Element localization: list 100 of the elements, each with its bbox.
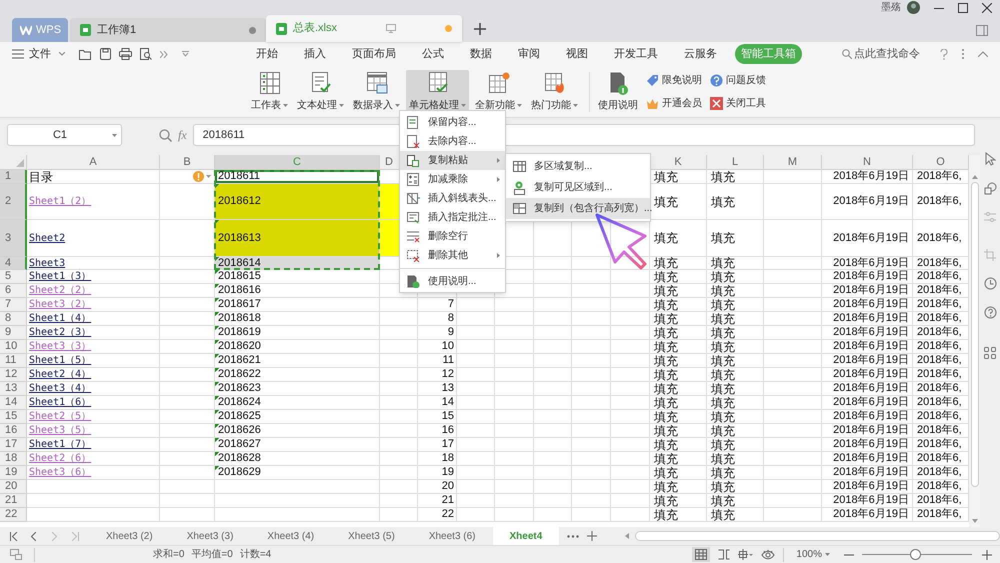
row-header[interactable]: 21 (0, 494, 27, 508)
ribbon-tab[interactable]: 插入 (304, 46, 326, 62)
scroll-down-icon[interactable] (972, 519, 978, 523)
apps-icon[interactable] (984, 347, 996, 359)
menu-item[interactable]: 加减乘除 (400, 170, 505, 189)
menu-item[interactable]: 复制可见区域到... (506, 177, 650, 198)
zoom-icon[interactable] (159, 128, 172, 142)
sheet-link[interactable]: Sheet3（6） (29, 465, 92, 480)
menu-icon[interactable] (12, 49, 24, 59)
row-header[interactable]: 20 (0, 480, 27, 494)
panel-icon[interactable] (976, 25, 988, 36)
avatar[interactable] (907, 1, 920, 14)
row-header[interactable]: 13 (0, 382, 27, 396)
ribbon-tab[interactable]: 开始 (256, 46, 278, 62)
sheet-link[interactable]: Sheet1（5） (29, 353, 92, 368)
shapes-icon[interactable] (984, 182, 996, 195)
close-icon[interactable] (982, 2, 992, 12)
row-header[interactable]: 11 (0, 354, 27, 368)
menu-item[interactable]: 删除其他 (400, 246, 505, 265)
warning-icon[interactable] (193, 171, 204, 182)
sheet-link[interactable]: Sheet3 (29, 256, 66, 270)
row-header[interactable]: 19 (0, 466, 27, 480)
zoom-slider[interactable] (862, 549, 972, 560)
menu-item[interactable]: 复制到（包含行高列宽）... (506, 198, 650, 219)
prev-sheet-icon[interactable] (31, 532, 36, 540)
column-header[interactable]: A (27, 155, 160, 170)
sheet-tab[interactable]: Xheet3 (2) (89, 527, 170, 545)
sheet-tab[interactable]: Xheet3 (3) (170, 527, 250, 545)
new-tab-icon[interactable] (474, 23, 486, 35)
ribbon-tab[interactable]: 智能工具箱 (735, 44, 802, 64)
menu-item[interactable]: 多区域复制... (506, 156, 650, 177)
search-field[interactable]: 点此查找命令 (842, 46, 926, 62)
row-header[interactable]: 12 (0, 368, 27, 382)
row-header[interactable]: 5 (0, 270, 27, 284)
screen-icon[interactable] (10, 549, 22, 560)
row-header[interactable]: 22 (0, 508, 27, 522)
ribbon-tab[interactable]: 云服务 (684, 46, 717, 62)
scroll-up-icon[interactable] (972, 175, 978, 179)
folder-icon[interactable] (79, 48, 92, 60)
more-sheets-icon[interactable] (567, 534, 580, 538)
row-header[interactable]: 1 (0, 170, 27, 184)
more-icon[interactable] (160, 50, 168, 58)
reading-view-icon[interactable] (738, 549, 754, 560)
ribbon-button[interactable]: 全新功能 (472, 70, 525, 114)
help-icon[interactable] (984, 306, 996, 319)
sheet-link[interactable]: Sheet3（5） (29, 423, 92, 438)
normal-view-icon[interactable] (695, 549, 708, 560)
ribbon-button[interactable]: 文本处理 (294, 70, 347, 114)
ribbon-tab[interactable]: 视图 (566, 46, 588, 62)
row-header[interactable]: 7 (0, 298, 27, 312)
ribbon-tab[interactable]: 页面布局 (352, 46, 396, 62)
ribbon-button[interactable]: 热门功能 (528, 70, 581, 114)
sheet-link[interactable]: Sheet1（6） (29, 395, 92, 410)
sheet-link[interactable]: Sheet2（3） (29, 325, 92, 340)
sheet-link[interactable]: Sheet3（3） (29, 339, 92, 354)
sheet-tab[interactable]: Xheet3 (4) (250, 527, 332, 545)
sheet-link[interactable]: Sheet2 (29, 230, 66, 246)
row-header[interactable]: 3 (0, 220, 27, 257)
sheet-link[interactable]: Sheet2（6） (29, 451, 92, 466)
row-header[interactable]: 14 (0, 396, 27, 410)
file-menu[interactable]: 文件 (29, 46, 51, 62)
row-header[interactable]: 6 (0, 284, 27, 298)
sheet-link[interactable]: Sheet2（2） (29, 283, 92, 298)
sheet-link[interactable]: Sheet2（5） (29, 409, 92, 424)
ribbon-link[interactable]: 问题反馈 (710, 72, 766, 88)
page-break-icon[interactable] (718, 549, 730, 560)
sheet-tab[interactable]: Xheet4 (492, 527, 560, 545)
sheet-tab[interactable]: Xheet3 (6) (412, 527, 493, 545)
document-tab[interactable]: 总表.xlsx (266, 15, 462, 42)
ribbon-tab[interactable]: 数据 (470, 46, 492, 62)
sliders-icon[interactable] (984, 211, 996, 223)
sheet-link[interactable]: Sheet1（7） (29, 437, 92, 452)
print-preview-icon[interactable] (140, 48, 152, 60)
first-sheet-icon[interactable] (10, 532, 18, 540)
sheet-link[interactable]: Sheet1（4） (29, 311, 92, 326)
customize-icon[interactable] (182, 51, 189, 57)
row-header[interactable]: 17 (0, 438, 27, 452)
row-header[interactable]: 8 (0, 312, 27, 326)
row-header[interactable]: 16 (0, 424, 27, 438)
add-sheet-icon[interactable] (587, 531, 598, 541)
sheet-link[interactable]: Sheet3（2） (29, 297, 92, 312)
ribbon-tab[interactable]: 审阅 (518, 46, 540, 62)
save-icon[interactable] (100, 48, 111, 60)
menu-item[interactable]: 删除空行 (400, 227, 505, 246)
row-header[interactable]: 9 (0, 326, 27, 340)
zoom-in-icon[interactable] (982, 550, 992, 560)
history-icon[interactable] (984, 277, 996, 290)
menu-item[interactable]: 插入斜线表头... (400, 189, 505, 208)
row-header[interactable]: 18 (0, 452, 27, 466)
menu-item[interactable]: 使用说明... (400, 268, 505, 290)
collapse-icon[interactable] (978, 51, 988, 57)
name-box[interactable]: C1 (7, 124, 122, 146)
ribbon-button[interactable]: 使用说明 (595, 70, 641, 114)
ribbon-link[interactable]: 限免说明 (646, 72, 702, 88)
ribbon-link[interactable]: 开通会员 (646, 96, 702, 110)
ribbon-link[interactable]: 关闭工具 (710, 96, 766, 110)
column-header[interactable]: L (707, 155, 764, 170)
menu-item[interactable]: 插入指定批注... (400, 208, 505, 227)
slider-thumb[interactable] (910, 549, 921, 560)
row-header[interactable]: 10 (0, 340, 27, 354)
